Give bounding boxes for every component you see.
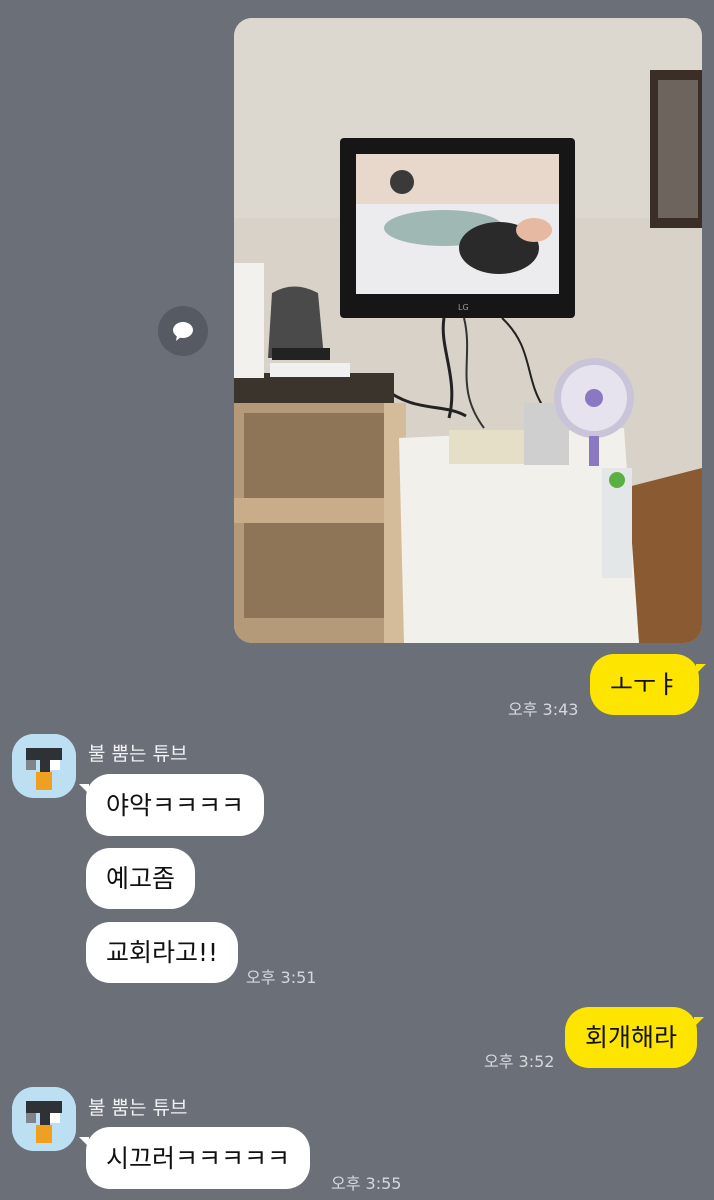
friend-avatar[interactable] <box>12 1087 76 1151</box>
share-button[interactable] <box>158 306 208 356</box>
my-message-bubble[interactable]: 회개해라 <box>565 1007 705 1068</box>
message-time: 오후 3:43 <box>508 700 579 719</box>
friend-message-bubble[interactable]: 야악ㅋㅋㅋㅋ <box>78 774 265 836</box>
friend-message-bubble[interactable]: 예고좀 <box>86 848 196 909</box>
photo-message[interactable]: LG <box>234 18 702 643</box>
speech-bubble-icon <box>173 322 193 341</box>
message-time: 오후 3:51 <box>246 968 317 987</box>
message-time: 오후 3:55 <box>331 1174 402 1193</box>
message-time: 오후 3:52 <box>484 1052 555 1071</box>
photo-image: LG <box>234 18 702 643</box>
sender-name: 불 뿜는 튜브 <box>88 743 188 765</box>
friend-message-bubble[interactable]: 시끄러ㅋㅋㅋㅋㅋ <box>78 1127 311 1189</box>
my-message-bubble[interactable]: ㅗㅜㅑ <box>590 654 707 715</box>
tube-avatar-icon <box>12 734 76 798</box>
friend-message-bubble[interactable]: 교회라고!! <box>86 922 239 983</box>
tube-avatar-icon <box>12 1087 76 1151</box>
tv-brand: LG <box>458 303 469 312</box>
sender-name: 불 뿜는 튜브 <box>88 1097 188 1119</box>
friend-avatar[interactable] <box>12 734 76 798</box>
